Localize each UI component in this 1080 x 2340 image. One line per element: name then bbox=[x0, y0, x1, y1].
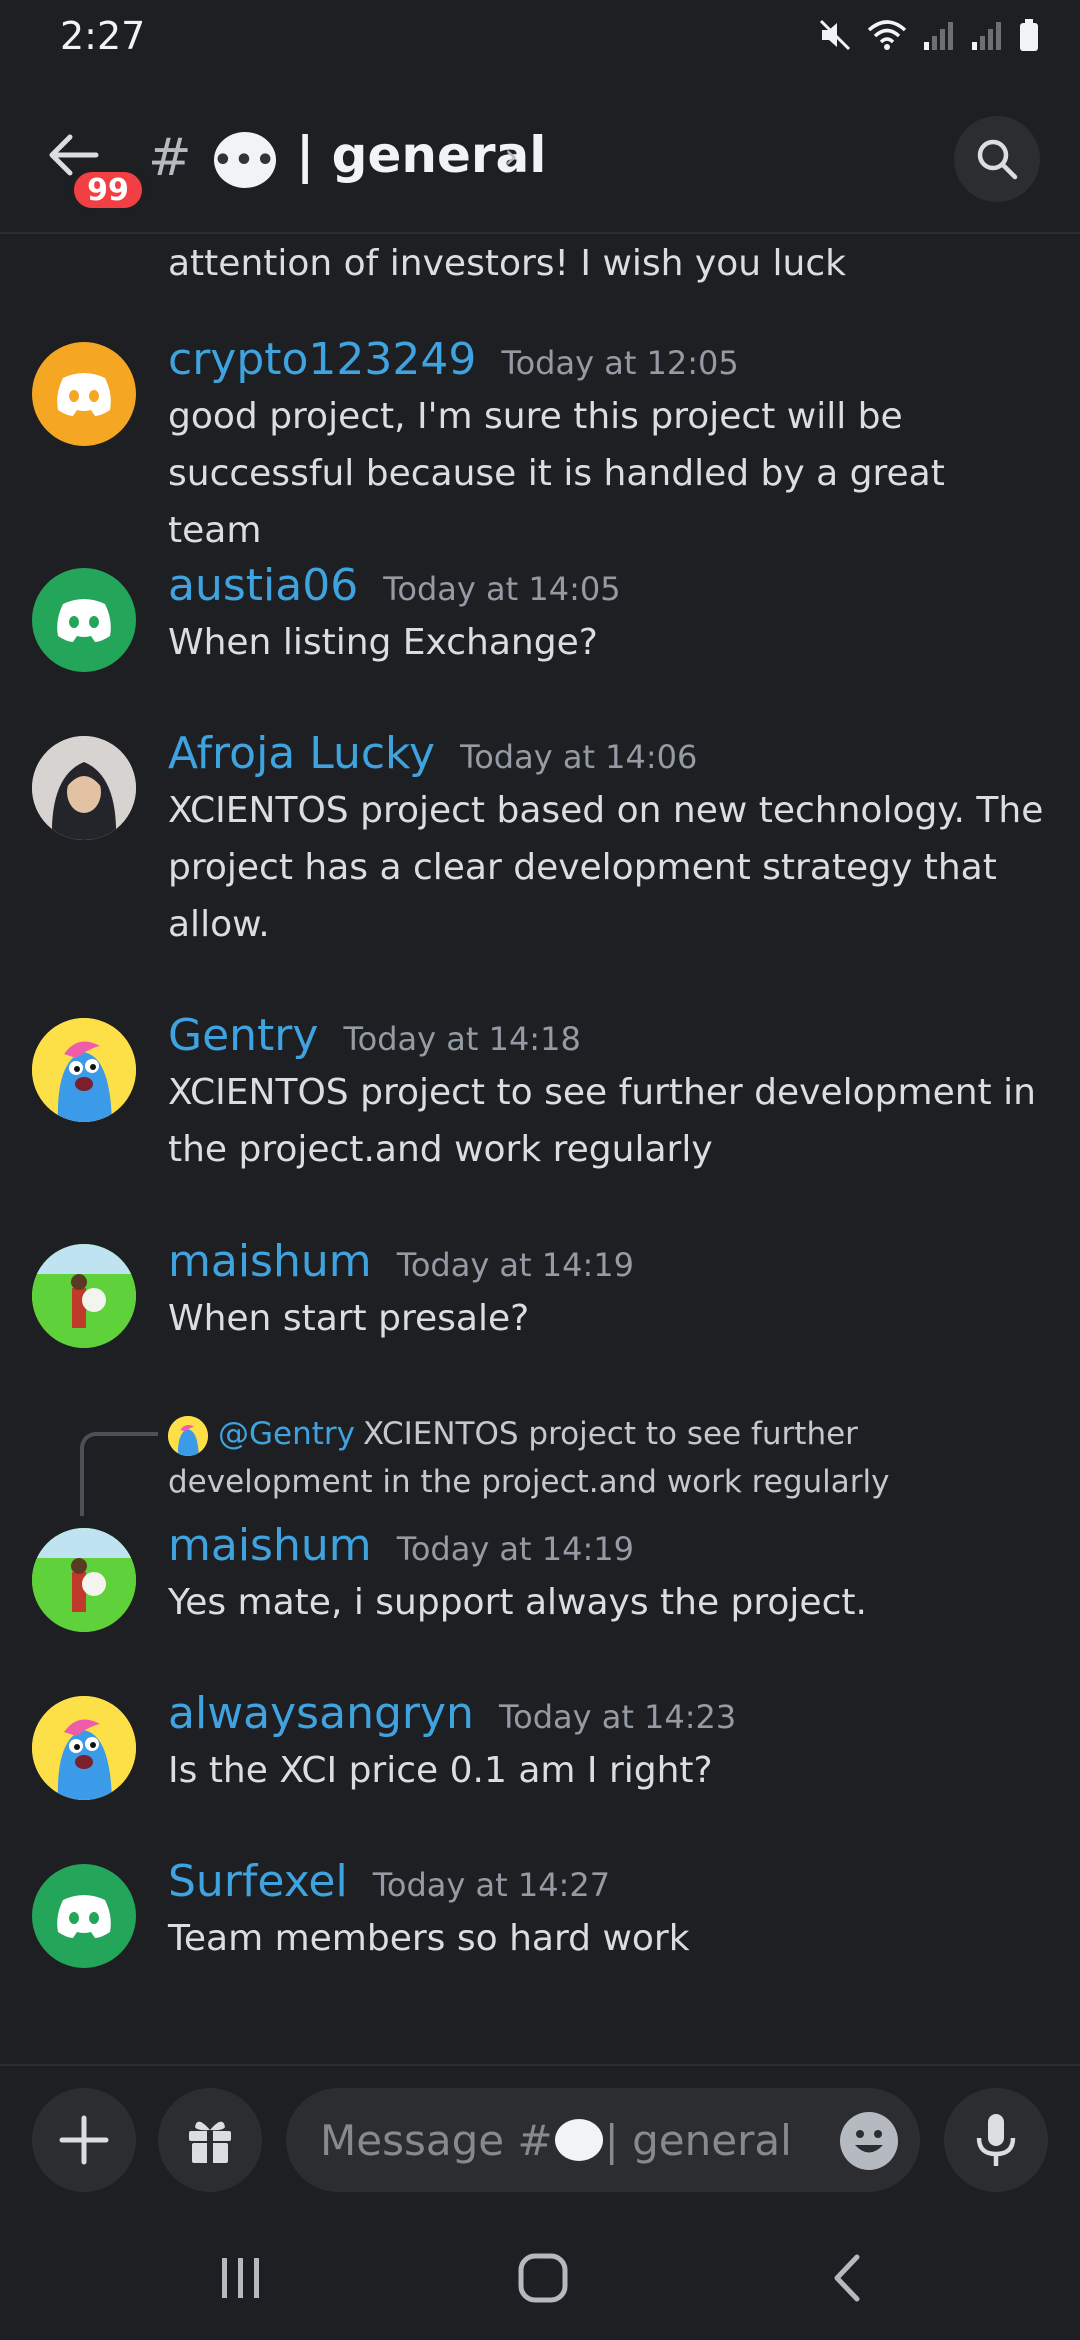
plus-icon bbox=[59, 2115, 109, 2165]
timestamp: Today at 14:05 bbox=[383, 570, 621, 608]
cartoon-avatar-icon bbox=[32, 1696, 136, 1800]
nav-back-button[interactable] bbox=[812, 2250, 882, 2306]
reply-preview[interactable]: @Gentry XCIENTOS project to see further d… bbox=[168, 1410, 1048, 1506]
gift-icon bbox=[189, 2121, 231, 2163]
status-icons bbox=[818, 18, 1040, 52]
message-text: good project, I'm sure this project will… bbox=[168, 396, 945, 551]
home-button[interactable] bbox=[508, 2250, 578, 2306]
recent-apps-icon bbox=[222, 2258, 259, 2298]
profile-photo-icon bbox=[32, 1528, 136, 1632]
discord-logo-icon bbox=[57, 599, 111, 642]
message-text: When start presale? bbox=[168, 1298, 530, 1339]
channel-header: # ••• | general › bbox=[0, 80, 1080, 234]
username[interactable]: alwaysangryn bbox=[168, 1688, 474, 1739]
speech-bubble-icon bbox=[554, 2119, 603, 2161]
gift-button[interactable] bbox=[158, 2088, 262, 2192]
message-text-partial: attention of investors! I wish you luck bbox=[168, 243, 846, 284]
message-text: Team members so hard work bbox=[168, 1918, 690, 1959]
emoji-icon bbox=[841, 2113, 897, 2169]
status-bar: 2:27 bbox=[0, 0, 1080, 80]
username[interactable]: Afroja Lucky bbox=[168, 728, 435, 779]
profile-photo-icon bbox=[32, 1244, 136, 1348]
timestamp: Today at 14:23 bbox=[499, 1698, 737, 1736]
timestamp: Today at 12:05 bbox=[501, 344, 739, 382]
signal-icon-2 bbox=[972, 22, 1001, 50]
unread-badge: 99 bbox=[70, 168, 146, 212]
timestamp: Today at 14:27 bbox=[372, 1866, 611, 1904]
recent-apps-button[interactable] bbox=[206, 2250, 276, 2306]
mute-icon bbox=[819, 19, 851, 51]
channel-hash: # bbox=[148, 128, 192, 188]
reply-avatar bbox=[168, 1415, 208, 1456]
avatar[interactable] bbox=[32, 568, 136, 672]
timestamp: Today at 14:19 bbox=[396, 1530, 634, 1568]
discord-logo-icon bbox=[57, 373, 111, 416]
message-input[interactable]: Message # | general bbox=[286, 2088, 920, 2192]
reply-mention[interactable]: @Gentry bbox=[218, 1416, 355, 1452]
username[interactable]: maishum bbox=[168, 1236, 372, 1287]
username[interactable]: Gentry bbox=[168, 1010, 318, 1061]
search-button[interactable] bbox=[954, 116, 1040, 202]
search-icon bbox=[977, 139, 1018, 180]
avatar[interactable] bbox=[32, 1696, 136, 1800]
message-text: Is the XCI price 0.1 am I right? bbox=[168, 1750, 713, 1791]
username[interactable]: Surfexel bbox=[168, 1856, 348, 1907]
input-placeholder-suffix: | general bbox=[604, 2115, 792, 2165]
reply-connector bbox=[80, 1432, 158, 1516]
add-button[interactable] bbox=[32, 2088, 136, 2192]
home-icon bbox=[518, 2253, 568, 2303]
chevron-right-icon[interactable]: › bbox=[504, 136, 518, 177]
username[interactable]: crypto123249 bbox=[168, 334, 476, 385]
cartoon-avatar-icon bbox=[32, 1018, 136, 1122]
voice-message-button[interactable] bbox=[944, 2088, 1048, 2192]
emoji-button[interactable] bbox=[840, 2112, 898, 2170]
signal-icon bbox=[924, 22, 953, 50]
username[interactable]: austia06 bbox=[168, 560, 358, 611]
profile-photo-icon bbox=[32, 736, 136, 840]
discord-logo-icon bbox=[57, 1895, 111, 1938]
battery-icon bbox=[1020, 19, 1038, 51]
status-time: 2:27 bbox=[60, 14, 146, 58]
input-placeholder-prefix: Message # bbox=[320, 2115, 553, 2165]
chevron-left-icon bbox=[834, 2254, 860, 2302]
avatar[interactable] bbox=[32, 736, 136, 840]
speech-bubble-icon: ••• bbox=[213, 132, 276, 188]
timestamp: Today at 14:06 bbox=[460, 738, 698, 776]
message-composer: Message # | general bbox=[0, 2064, 1080, 2216]
avatar[interactable] bbox=[32, 1018, 136, 1122]
timestamp: Today at 14:18 bbox=[343, 1020, 581, 1058]
avatar[interactable] bbox=[32, 1528, 136, 1632]
message-text: XCIENTOS project based on new technology… bbox=[168, 790, 1044, 945]
avatar[interactable] bbox=[32, 342, 136, 446]
message-text: XCIENTOS project to see further developm… bbox=[168, 1072, 1036, 1170]
wifi-icon bbox=[867, 20, 907, 50]
message-text: Yes mate, i support always the project. bbox=[168, 1582, 867, 1623]
timestamp: Today at 14:19 bbox=[396, 1246, 634, 1284]
microphone-icon bbox=[976, 2114, 1016, 2166]
cartoon-avatar-icon bbox=[168, 1415, 208, 1456]
system-nav-bar bbox=[0, 2214, 1080, 2340]
avatar[interactable] bbox=[32, 1244, 136, 1348]
avatar[interactable] bbox=[32, 1864, 136, 1968]
username[interactable]: maishum bbox=[168, 1520, 372, 1571]
message-text: When listing Exchange? bbox=[168, 622, 598, 663]
message-list[interactable]: attention of investors! I wish you luck … bbox=[0, 234, 1080, 2064]
